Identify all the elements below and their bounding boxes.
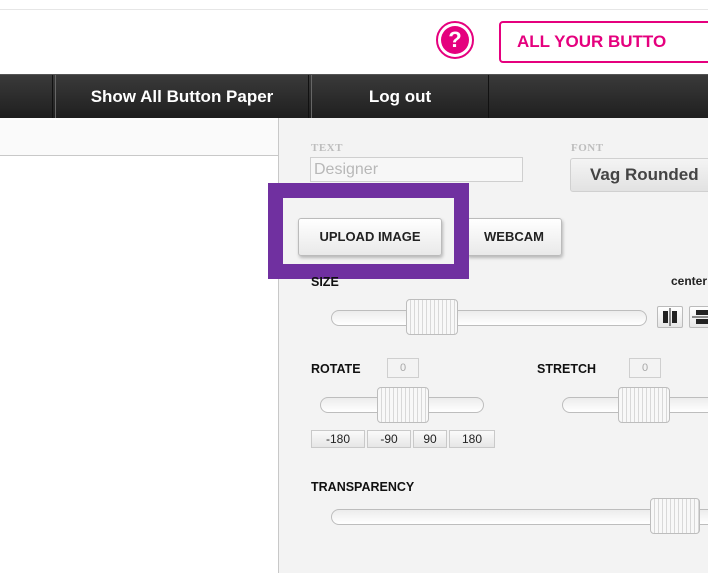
rotate-slider-handle[interactable] xyxy=(377,387,429,423)
rotate-preset-minus-180[interactable]: -180 xyxy=(311,430,365,448)
help-button[interactable]: ? xyxy=(436,21,474,59)
size-slider-track[interactable] xyxy=(331,310,647,326)
webcam-button[interactable]: WEBCAM xyxy=(466,218,562,256)
canvas-area[interactable] xyxy=(0,156,278,573)
center-horizontal-button[interactable] xyxy=(657,306,683,328)
nav-item-left[interactable] xyxy=(0,75,53,118)
size-slider-handle[interactable] xyxy=(406,299,458,335)
size-label: SIZE xyxy=(311,275,339,289)
nav-item-log-out[interactable]: Log out xyxy=(311,75,489,118)
center-horizontal-icon xyxy=(663,308,677,326)
rotate-preset-90[interactable]: 90 xyxy=(413,430,447,448)
stretch-value[interactable]: 0 xyxy=(629,358,661,378)
rotate-presets: -180 -90 90 180 xyxy=(311,430,497,448)
rotate-preset-180[interactable]: 180 xyxy=(449,430,495,448)
rotate-label: ROTATE xyxy=(311,362,361,376)
text-label: TEXT xyxy=(311,142,343,154)
font-select[interactable]: Vag Rounded xyxy=(570,158,708,192)
transparency-label: TRANSPARENCY xyxy=(311,480,415,494)
upload-image-button[interactable]: UPLOAD IMAGE xyxy=(298,218,442,256)
main-nav: Show All Button Paper Log out xyxy=(0,74,708,118)
all-your-buttons-button[interactable]: ALL YOUR BUTTO xyxy=(499,21,708,63)
rotate-preset-minus-90[interactable]: -90 xyxy=(367,430,411,448)
top-divider xyxy=(0,9,708,10)
center-label: center xyxy=(671,274,708,288)
rotate-value[interactable]: 0 xyxy=(387,358,419,378)
center-vertical-button[interactable] xyxy=(689,306,708,328)
transparency-slider-handle[interactable] xyxy=(650,498,700,534)
stretch-slider-handle[interactable] xyxy=(618,387,670,423)
text-input[interactable]: Designer xyxy=(310,157,523,182)
center-vertical-icon xyxy=(692,310,708,324)
question-icon: ? xyxy=(441,26,469,54)
font-label: FONT xyxy=(571,142,604,154)
canvas-toolbar xyxy=(0,120,278,156)
nav-item-show-all-button-paper[interactable]: Show All Button Paper xyxy=(55,75,309,118)
stretch-label: STRETCH xyxy=(537,362,597,376)
